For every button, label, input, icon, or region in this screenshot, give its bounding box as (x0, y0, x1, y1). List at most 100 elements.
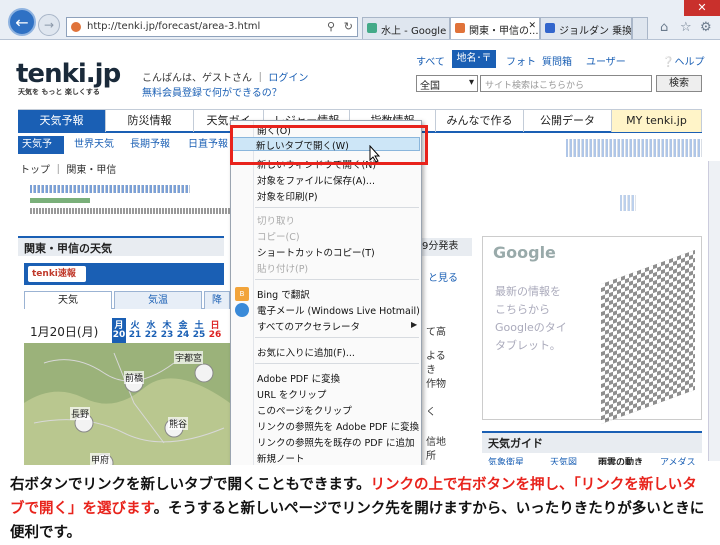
tab-temperature[interactable]: 気温 (114, 291, 202, 309)
guide-tab-amedas[interactable]: アメダス (660, 455, 696, 465)
subnav-daily[interactable]: 日直予報 (184, 136, 234, 154)
annotation-highlight-box (230, 125, 428, 165)
menu-clip-page[interactable]: このページをクリップ (257, 403, 352, 417)
nav-community[interactable]: みんなで作る (436, 110, 524, 132)
breadcrumb: トップ ｜ 関東・甲信 (20, 165, 117, 176)
subnav-forecast[interactable]: 天気予報 (18, 136, 64, 168)
menu-save-target[interactable]: 対象をファイルに保存(A)... (257, 173, 375, 187)
menu-copy[interactable]: コピー(C) (257, 229, 300, 243)
daynum-25[interactable]: 25 (192, 330, 206, 340)
help-link[interactable]: ❔ヘルプ (662, 53, 704, 68)
ad-choice-icon[interactable] (620, 195, 636, 211)
nav-forecast[interactable]: 天気予報 (18, 110, 106, 132)
tab-1[interactable]: 水上 - Google ... (362, 17, 450, 39)
city-kofu[interactable]: 甲府 (90, 453, 111, 465)
help-label: ヘルプ (674, 57, 705, 68)
help-icon: ❔ (662, 57, 675, 68)
google-ad[interactable]: Google 最新の情報を こちらから Googleのタイ タブレット。 (482, 236, 702, 425)
nav-opendata[interactable]: 公開データ (524, 110, 612, 132)
site-tagline: 天気を もっと 楽しくする (18, 88, 100, 96)
menu-paste[interactable]: 貼り付け(P) (257, 261, 308, 275)
window-close-button[interactable]: ✕ (684, 0, 720, 16)
ad-url-line[interactable] (30, 198, 90, 203)
daynum-21[interactable]: 21 (128, 330, 142, 340)
tab-rain[interactable]: 降 (204, 291, 230, 309)
home-icon[interactable]: ⌂ (660, 20, 668, 35)
tab-weather[interactable]: 天気 (24, 291, 112, 309)
menu-link-append-pdf[interactable]: リンクの参照先を既存の PDF に追加 (257, 435, 415, 449)
menu-separator (255, 337, 419, 338)
city-utsunomiya[interactable]: 宇都宮 (174, 351, 204, 364)
nav-my-tenki[interactable]: MY tenki.jp (612, 110, 702, 132)
daynum-22[interactable]: 22 (144, 330, 158, 340)
menu-convert-pdf[interactable]: Adobe PDF に変換 (257, 371, 340, 385)
gear-icon[interactable]: ⚙ (700, 20, 712, 35)
menu-copy-shortcut[interactable]: ショートカットのコピー(T) (257, 245, 375, 259)
ad-text-line[interactable] (30, 185, 190, 193)
subnav-longterm[interactable]: 長期予報 (126, 136, 182, 154)
city-maebashi[interactable]: 前橋 (124, 371, 145, 384)
search-button[interactable]: 検索 (656, 75, 702, 92)
context-menu: 開く(O) 新しいウィンドウで開く(N) 対象をファイルに保存(A)... 対象… (230, 120, 422, 480)
ad-desc-line (30, 208, 230, 214)
tab-label: ジョルダン 乗換... (559, 26, 632, 37)
menu-all-accelerators[interactable]: すべてのアクセラレータ (257, 319, 360, 333)
site-logo[interactable]: tenki.jp (16, 59, 121, 89)
google-favicon-icon (367, 23, 377, 33)
city-kumagaya[interactable]: 熊谷 (168, 417, 189, 430)
menu-new-note[interactable]: 新規ノート (257, 451, 305, 465)
guide-tab-satellite[interactable]: 気象衛星 (488, 455, 524, 465)
search-area-value: 全国 (420, 81, 440, 92)
ad-copy: 最新の情報を こちらから Googleのタイ タブレット。 (495, 283, 567, 355)
daynum-23[interactable]: 23 (160, 330, 174, 340)
subnav-world[interactable]: 世界天気 (70, 136, 124, 154)
menu-email-hotmail[interactable]: 電子メール (Windows Live Hotmail) (257, 303, 420, 317)
weather-map[interactable]: 宇都宮 前橋 長野 熊谷 甲府 (24, 343, 230, 465)
menu-print-target[interactable]: 対象を印刷(P) (257, 189, 318, 203)
guide-tab-weather-map[interactable]: 天気図 (550, 455, 577, 465)
menu-bing-translate[interactable]: Bing で翻訳 (257, 287, 310, 301)
flash-badge[interactable]: tenki速報 (28, 266, 86, 282)
menu-separator (255, 363, 419, 364)
tab-3[interactable]: ジョルダン 乗換... (540, 17, 632, 39)
ad-tablet-image (601, 249, 695, 425)
tab-2[interactable]: 関東・甲信の... ✕ (450, 17, 540, 39)
instruction-caption: 右ボタンでリンクを新しいタブで開くこともできます。リンクの上で右ボタンを押し、「… (0, 465, 720, 545)
address-bar[interactable]: http://tenki.jp/forecast/area-3.html ⚲ ↻ (66, 17, 358, 37)
news-fragment: 所 (426, 451, 436, 462)
menu-add-favorites[interactable]: お気に入りに追加(F)... (257, 345, 355, 359)
site-search-input[interactable]: サイト検索はこちらから (480, 75, 652, 92)
ad-line: こちらから (495, 303, 550, 316)
new-tab-button[interactable] (632, 17, 648, 39)
bing-translate-icon: B (235, 287, 249, 301)
daynum-26[interactable]: 26 (208, 330, 222, 340)
menu-link-to-pdf[interactable]: リンクの参照先を Adobe PDF に変換 (257, 419, 419, 433)
search-scope-all[interactable]: すべて (416, 53, 445, 68)
search-scope-photo[interactable]: フォト (506, 53, 536, 68)
register-link[interactable]: 無料会員登録で何ができるの？ (142, 84, 282, 99)
refresh-icon[interactable]: ↻ (344, 20, 353, 33)
daynum-24[interactable]: 24 (176, 330, 190, 340)
tab-close-icon[interactable]: ✕ (528, 21, 536, 31)
flash-more-link[interactable]: と見る (428, 269, 458, 284)
page-scrollbar[interactable] (708, 161, 720, 461)
menu-cut[interactable]: 切り取り (257, 213, 295, 227)
ad-brand: Google (493, 243, 556, 262)
forward-button[interactable]: → (38, 14, 60, 36)
nav-disaster[interactable]: 防災情報 (106, 110, 194, 132)
search-icon[interactable]: ⚲ (327, 20, 335, 33)
login-link[interactable]: ログイン (268, 73, 308, 84)
guide-tab-rain-clouds[interactable]: 雨雲の動き (598, 455, 643, 465)
city-nagano[interactable]: 長野 (70, 407, 91, 420)
menu-clip-url[interactable]: URL をクリップ (257, 387, 326, 401)
forecast-date: 1月20日(月) (30, 325, 99, 339)
ad-line: Googleのタイ (495, 321, 567, 334)
search-scope-user[interactable]: ユーザー (586, 53, 626, 68)
search-scope-place[interactable]: 地名･〒 (452, 50, 496, 68)
ad-banner-small[interactable] (566, 139, 702, 157)
back-button[interactable]: ← (8, 8, 36, 36)
caption-text: 右ボタンでリンクを新しいタブで開くこともできます。 (10, 477, 371, 493)
favorites-star-icon[interactable]: ☆ (680, 20, 692, 35)
search-scope-qa[interactable]: 質問箱 (542, 53, 572, 68)
search-area-select[interactable]: 全国 ▾ (416, 75, 478, 92)
